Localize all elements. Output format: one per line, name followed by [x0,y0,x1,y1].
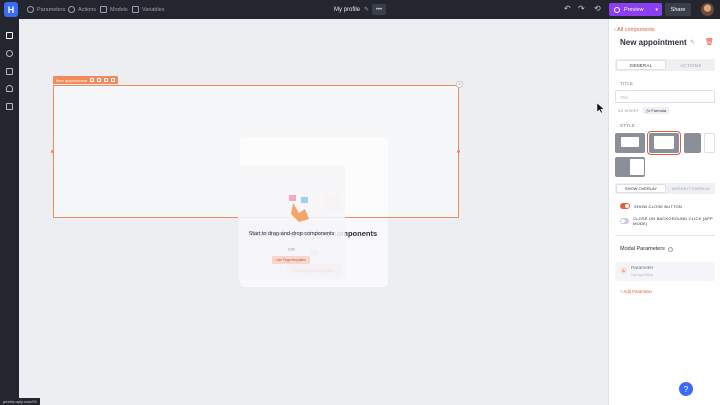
divider [615,235,715,236]
style-option-1[interactable] [615,133,645,153]
help-icon[interactable]: ? [667,246,673,252]
title-input[interactable]: Title [615,90,715,103]
tab-without-overlay[interactable]: WITHOUT OVERLAY [667,183,715,194]
close-on-bg-click-row: CLOSE ON BACKGROUND CLICK (APP MODE) [620,216,720,226]
undo-icon[interactable]: ↶ [564,4,571,14]
edit-icon[interactable]: ✎ [690,39,695,46]
style-option-5[interactable] [615,157,645,177]
parameters-icon [27,6,34,13]
tab-show-overlay[interactable]: SHOW OVERLAY [616,184,666,193]
overlay-tabs: SHOW OVERLAY WITHOUT OVERLAY [615,183,715,194]
parameter-status: Not specified [631,273,653,277]
show-close-button-row: SHOW CLOSE BUTTON [620,203,682,209]
avatar[interactable] [701,3,714,16]
components-icon[interactable] [6,32,13,39]
models-icon [100,6,107,13]
trash-icon[interactable] [111,78,116,82]
close-on-bg-click-label: CLOSE ON BACKGROUND CLICK (APP MODE) [633,216,713,226]
parameter-item[interactable]: A Parameter Not specified [615,262,715,281]
variables-icon [132,6,139,13]
list-icon[interactable] [6,68,13,75]
page-title[interactable]: My profile ✎ [334,0,369,19]
nav-actions[interactable]: Actions [68,0,96,19]
editor-canvas[interactable]: Start to drag-and-drop components OR Use… [19,19,608,405]
as-insert-option[interactable]: AS INSERT [618,108,639,113]
show-close-button-label: SHOW CLOSE BUTTON [634,203,682,209]
modal-use-templates-button[interactable]: Use Page templates [272,256,310,264]
nav-variables-label: Variables [142,6,165,13]
tab-general[interactable]: GENERAL [616,60,666,70]
history-icon[interactable]: ⟲ [594,4,601,14]
style-option-3[interactable] [684,133,701,153]
style-option-4[interactable] [704,133,715,153]
close-icon[interactable]: × [456,81,463,88]
nav-models-label: Models [110,6,128,13]
resize-handle-right[interactable] [457,150,460,153]
nav-parameters[interactable]: Parameters [27,0,65,19]
nav-parameters-label: Parameters [37,6,66,13]
page-title-text: My profile [334,6,361,13]
hand-icon [289,195,309,222]
properties-panel: ‹ All components New appointment ✎ 🗑 GEN… [608,19,720,405]
title-mode-row: AS INSERT ƒx Formula [618,107,670,114]
modal-empty-or: OR [288,247,295,252]
title-section-label: TITLE [620,81,634,86]
nav-variables[interactable]: Variables [132,0,165,19]
delete-icon[interactable]: 🗑 [705,38,714,46]
modal-parameters-heading: Modal Parameters ? [620,246,673,252]
preview-icon [614,6,620,13]
formula-toggle[interactable]: ƒx Formula [643,107,670,114]
parameter-name: Parameter [631,266,654,271]
copy-icon[interactable] [90,78,95,82]
actions-icon [68,6,75,13]
close-on-bg-click-toggle[interactable] [620,218,630,224]
redo-icon[interactable]: ↷ [578,4,585,14]
nav-models[interactable]: Models [100,0,128,19]
add-parameter-button[interactable]: + Add Parameter [620,289,652,294]
users-icon[interactable] [6,85,13,92]
status-url-chip: pexels.oply.com/01 [0,398,40,405]
share-button[interactable]: Share [665,3,691,16]
modal-component-tag[interactable]: New appointment [53,76,119,84]
edit-pencil-icon[interactable]: ✎ [364,6,369,13]
all-components-label: All components [617,27,655,33]
duplicate-icon[interactable] [104,78,109,82]
resize-handle-left[interactable] [51,150,54,153]
nav-actions-label: Actions [78,6,97,13]
left-sidebar [0,19,19,405]
style-section-label: STYLE [620,123,636,128]
more-options-button[interactable]: ••• [372,4,386,15]
app-logo[interactable]: H [4,2,18,17]
chat-support-icon[interactable]: ? [679,382,693,396]
style-option-2[interactable] [647,131,681,155]
show-close-button-toggle[interactable] [620,203,630,209]
add-parameter-label: Add Parameter [623,289,653,294]
settings-icon[interactable] [97,78,102,82]
modal-component-frame[interactable]: Start to drag-and-drop components OR Use… [53,85,459,280]
database-icon[interactable] [6,50,13,57]
mouse-pointer-icon [597,103,604,113]
tab-actions[interactable]: ACTIONS [667,59,715,71]
modal-parameters-title: Modal Parameters [620,246,665,252]
component-title: New appointment [620,38,687,47]
modal-tag-label: New appointment [56,77,88,83]
workflow-icon[interactable] [6,103,13,110]
formula-label: Formula [651,108,667,113]
modal-empty-title: Start to drag-and-drop components [248,231,335,237]
preview-label: Preview [624,6,644,13]
chevron-down-icon[interactable]: ▾ [655,7,658,13]
all-components-link[interactable]: ‹ All components [614,27,655,33]
top-bar: H Parameters Actions Models Variables My… [0,0,720,19]
preview-button[interactable]: Preview ▾ [609,3,662,16]
parameter-icon: A [620,267,627,274]
modal-empty-state: Start to drag-and-drop components OR Use… [238,165,345,280]
panel-tabs: GENERAL ACTIONS [615,59,715,71]
